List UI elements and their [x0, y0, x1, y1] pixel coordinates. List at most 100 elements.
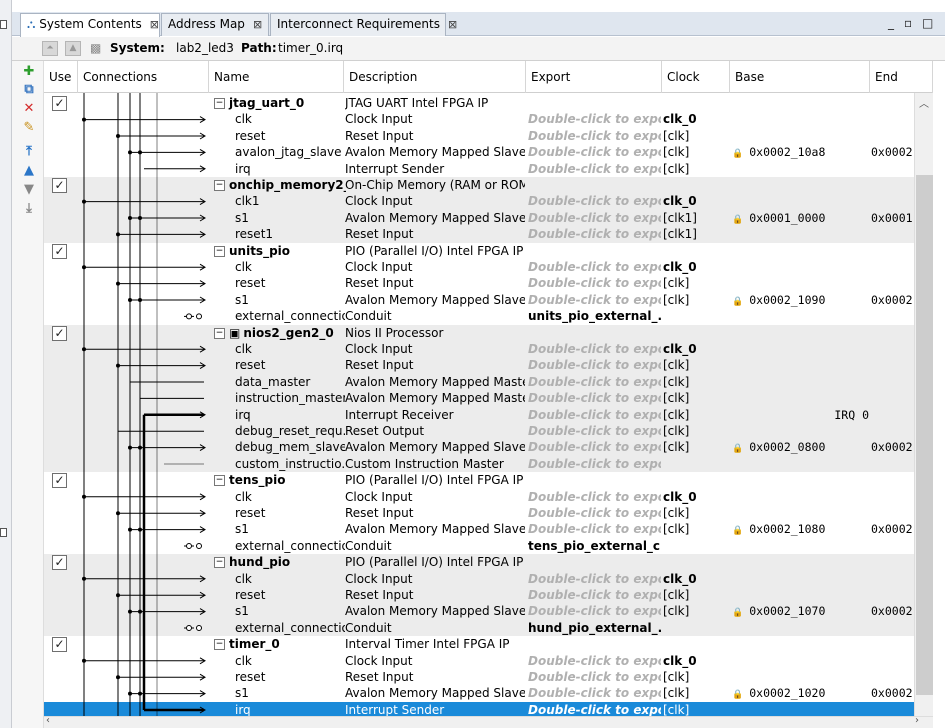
export-field[interactable]: Double-click to export	[528, 342, 661, 356]
clock-value[interactable]: clk_0	[663, 572, 697, 586]
close-icon[interactable]: ⊠	[448, 18, 457, 31]
export-cell[interactable]: tens_pio_external_c...	[528, 538, 661, 554]
interface-name[interactable]: external_connection	[235, 309, 345, 323]
interface-name[interactable]: reset1	[235, 227, 273, 241]
close-icon[interactable]: ⊠	[150, 18, 159, 31]
base-cell[interactable]	[732, 505, 869, 521]
name-cell[interactable]: irq	[235, 702, 345, 716]
remove-icon[interactable]: ✕	[22, 102, 36, 116]
interface-name[interactable]: clk	[235, 572, 252, 586]
interface-name[interactable]: reset	[235, 588, 265, 602]
base-cell[interactable]: 🔒 0x0001_0000	[732, 210, 869, 226]
interface-name[interactable]: irq	[235, 408, 251, 422]
scroll-thumb[interactable]	[916, 175, 933, 695]
export-field[interactable]: Double-click to export	[528, 490, 661, 504]
base-address[interactable]: 0x0002_1070	[749, 604, 825, 618]
export-cell[interactable]: Double-click to export	[528, 275, 661, 291]
base-cell[interactable]: 🔒 0x0002_1090	[732, 292, 869, 308]
component-name[interactable]: timer_0	[229, 637, 280, 651]
export-cell[interactable]: Double-click to export	[528, 489, 661, 505]
clock-value[interactable]: clk_0	[663, 342, 697, 356]
export-cell[interactable]: Double-click to export	[528, 111, 661, 127]
clock-value[interactable]: [clk]	[663, 703, 689, 716]
export-field[interactable]: Double-click to export	[528, 686, 661, 700]
lock-icon[interactable]: 🔒	[732, 149, 743, 159]
clock-value[interactable]: [clk]	[663, 506, 689, 520]
clock-cell[interactable]: clk_0	[663, 653, 729, 669]
clock-cell[interactable]: [clk]	[663, 390, 729, 406]
clock-value[interactable]: [clk]	[663, 293, 689, 307]
clock-cell[interactable]: [clk]	[663, 374, 729, 390]
name-cell[interactable]: reset	[235, 587, 345, 603]
collapse-icon[interactable]: −	[214, 639, 225, 651]
col-name[interactable]: Name	[209, 61, 344, 93]
base-cell[interactable]	[732, 456, 869, 472]
lock-icon[interactable]: 🔒	[732, 215, 743, 225]
interface-name[interactable]: external_connection	[235, 539, 345, 553]
col-export[interactable]: Export	[526, 61, 662, 93]
close-icon[interactable]: ⊠	[253, 18, 262, 31]
name-cell[interactable]: data_master	[235, 374, 345, 390]
name-cell[interactable]: debug_mem_slave	[235, 439, 345, 455]
component-name[interactable]: onchip_memory2_0	[229, 178, 346, 192]
name-cell[interactable]: s1	[235, 603, 345, 619]
clock-value[interactable]: [clk]	[663, 604, 689, 618]
move-up-icon[interactable]: ▲	[22, 164, 36, 178]
clock-value[interactable]: [clk]	[663, 440, 689, 454]
export-field[interactable]: Double-click to export	[528, 276, 661, 290]
edit-icon[interactable]: ✎	[22, 121, 36, 135]
export-field[interactable]: Double-click to export	[528, 227, 661, 241]
clock-value[interactable]: [clk]	[663, 358, 689, 372]
base-cell[interactable]	[732, 653, 869, 669]
export-cell[interactable]	[528, 636, 661, 652]
export-cell[interactable]: Double-click to export	[528, 587, 661, 603]
base-cell[interactable]	[732, 325, 869, 341]
interface-name[interactable]: clk	[235, 260, 252, 274]
lock-icon[interactable]: 🔒	[732, 690, 743, 700]
vertical-scrollbar[interactable]: ︿	[914, 93, 933, 716]
export-cell[interactable]: Double-click to export	[528, 407, 661, 423]
export-field[interactable]: Double-click to export	[528, 457, 661, 471]
export-field[interactable]: tens_pio_external_c...	[528, 539, 661, 553]
base-cell[interactable]	[732, 636, 869, 652]
horizontal-scrollbar[interactable]: ‹ ›	[44, 715, 933, 728]
tab-address-map[interactable]: Address Map ⊠	[161, 13, 269, 36]
collapse-icon[interactable]: −	[214, 475, 225, 487]
collapse-icon[interactable]: −	[214, 245, 225, 257]
interface-name[interactable]: s1	[235, 686, 249, 700]
base-cell[interactable]	[732, 177, 869, 193]
name-cell[interactable]: clk1	[235, 193, 345, 209]
name-cell[interactable]: s1	[235, 685, 345, 701]
export-cell[interactable]: Double-click to export	[528, 259, 661, 275]
interface-name[interactable]: debug_reset_requ...	[235, 424, 345, 438]
interface-name[interactable]: reset	[235, 506, 265, 520]
base-cell[interactable]: 🔒 0x0002_0800	[732, 439, 869, 455]
base-cell[interactable]	[732, 587, 869, 603]
col-description[interactable]: Description	[344, 61, 526, 93]
base-cell[interactable]	[732, 538, 869, 554]
interface-name[interactable]: reset	[235, 276, 265, 290]
tab-system-contents[interactable]: ⛬ System Contents ⊠	[20, 13, 160, 37]
interface-name[interactable]: s1	[235, 604, 249, 618]
export-field[interactable]: Double-click to export	[528, 408, 661, 422]
export-cell[interactable]: Double-click to export	[528, 603, 661, 619]
collapse-icon[interactable]: −	[214, 557, 225, 569]
name-cell[interactable]: s1	[235, 521, 345, 537]
export-cell[interactable]	[528, 177, 661, 193]
base-cell[interactable]	[732, 243, 869, 259]
base-cell[interactable]	[732, 390, 869, 406]
base-cell[interactable]	[732, 128, 869, 144]
clock-cell[interactable]: [clk]	[663, 685, 729, 701]
name-cell[interactable]: s1	[235, 292, 345, 308]
component-name[interactable]: units_pio	[229, 244, 290, 258]
export-cell[interactable]: Double-click to export	[528, 374, 661, 390]
group-icon[interactable]: ⧉	[22, 83, 36, 97]
export-cell[interactable]: Double-click to export	[528, 521, 661, 537]
interface-name[interactable]: instruction_master	[235, 391, 345, 405]
col-base[interactable]: Base	[730, 61, 870, 93]
clock-cell[interactable]: [clk]	[663, 505, 729, 521]
clock-value[interactable]: [clk1]	[663, 227, 697, 241]
tab-interconnect-requirements[interactable]: Interconnect Requirements ⊠	[270, 13, 457, 36]
base-cell[interactable]	[732, 308, 869, 324]
scroll-up-icon[interactable]: ︿	[919, 95, 929, 110]
